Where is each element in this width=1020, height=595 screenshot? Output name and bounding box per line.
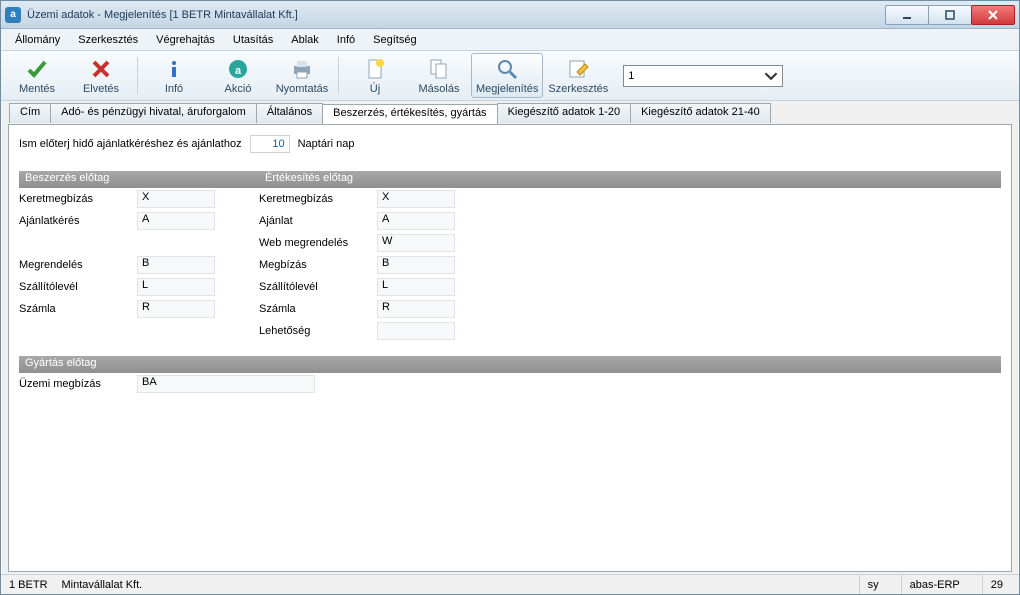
b-megrendeles-label: Megrendelés bbox=[19, 259, 129, 271]
e-megbizas-label: Megbízás bbox=[259, 259, 369, 271]
menu-segitseg[interactable]: Segítség bbox=[365, 32, 424, 48]
g-uzemi-value[interactable]: BA bbox=[137, 375, 315, 393]
info-icon bbox=[162, 57, 186, 81]
e-lehetoseg-value[interactable] bbox=[377, 322, 455, 340]
cross-icon bbox=[89, 57, 113, 81]
menu-utasitas[interactable]: Utasítás bbox=[225, 32, 281, 48]
e-megbizas-value[interactable]: B bbox=[377, 256, 455, 274]
tool-info[interactable]: Infó bbox=[142, 53, 206, 98]
status-left-2: Mintavállalat Kft. bbox=[62, 579, 143, 591]
b-szamla-value[interactable]: R bbox=[137, 300, 215, 318]
col-beszerzes: Beszerzés előtag Keretmegbízás X Ajánlat… bbox=[19, 171, 259, 342]
tool-megjelenites-label: Megjelenítés bbox=[476, 83, 538, 95]
tool-uj[interactable]: Új bbox=[343, 53, 407, 98]
window-buttons bbox=[886, 5, 1015, 25]
e-lehetoseg-label: Lehetőség bbox=[259, 325, 369, 337]
col-ertekesites: Értékesítés előtag Keretmegbízás X Ajánl… bbox=[259, 171, 1001, 342]
tool-masolas[interactable]: Másolás bbox=[407, 53, 471, 98]
minimize-button[interactable] bbox=[885, 5, 929, 25]
naptari-nap-label: Naptári nap bbox=[298, 138, 355, 150]
tabstrip: Cím Adó- és pénzügyi hivatal, áruforgalo… bbox=[1, 101, 1019, 123]
tab-page: Ism előterj hidő ajánlatkéréshez és aján… bbox=[8, 124, 1012, 572]
e-ajanlat-label: Ajánlat bbox=[259, 215, 369, 227]
tool-szerkesztes[interactable]: Szerkesztés bbox=[543, 53, 613, 98]
isme-label: Ism előterj hidő ajánlatkéréshez és aján… bbox=[19, 138, 242, 150]
e-szamla-value[interactable]: R bbox=[377, 300, 455, 318]
tool-elvetes-label: Elvetés bbox=[83, 83, 119, 95]
printer-icon bbox=[290, 57, 314, 81]
tool-nyomtatas-label: Nyomtatás bbox=[276, 83, 329, 95]
new-doc-icon bbox=[363, 57, 387, 81]
b-ajanlatkeres-label: Ajánlatkérés bbox=[19, 215, 129, 227]
e-szamla-label: Számla bbox=[259, 303, 369, 315]
status-right-1: sy bbox=[859, 575, 887, 594]
g-uzemi-label: Üzemi megbízás bbox=[19, 378, 129, 390]
tool-nyomtatas[interactable]: Nyomtatás bbox=[270, 53, 334, 98]
edit-icon bbox=[566, 57, 590, 81]
maximize-icon bbox=[945, 10, 955, 20]
e-keretmegbizas-value[interactable]: X bbox=[377, 190, 455, 208]
tab-cim[interactable]: Cím bbox=[9, 103, 51, 123]
svg-text:a: a bbox=[235, 65, 242, 77]
b-szamla-label: Számla bbox=[19, 303, 129, 315]
titlebar: a Üzemi adatok - Megjelenítés [1 BETR Mi… bbox=[1, 1, 1019, 29]
magnifier-icon bbox=[495, 57, 519, 81]
tool-szerkesztes-label: Szerkesztés bbox=[548, 83, 608, 95]
window-root: a Üzemi adatok - Megjelenítés [1 BETR Mi… bbox=[0, 0, 1020, 595]
check-icon bbox=[25, 57, 49, 81]
close-button[interactable] bbox=[971, 5, 1015, 25]
isme-value-field[interactable] bbox=[250, 135, 290, 153]
tool-masolas-label: Másolás bbox=[419, 83, 460, 95]
tool-uj-label: Új bbox=[370, 83, 380, 95]
close-icon bbox=[988, 10, 998, 20]
tool-elvetes[interactable]: Elvetés bbox=[69, 53, 133, 98]
b-keretmegbizas-value[interactable]: X bbox=[137, 190, 215, 208]
toolbar-combo[interactable]: 1 bbox=[623, 65, 783, 87]
tab-kieg2[interactable]: Kiegészítő adatok 21-40 bbox=[630, 103, 771, 123]
b-szallitolevel-value[interactable]: L bbox=[137, 278, 215, 296]
section-gyartas-header: Gyártás előtag bbox=[19, 356, 1001, 373]
status-right-2: abas-ERP bbox=[901, 575, 968, 594]
tab-beszerzes[interactable]: Beszerzés, értékesítés, gyártás bbox=[322, 104, 497, 124]
menu-info[interactable]: Infó bbox=[329, 32, 363, 48]
maximize-button[interactable] bbox=[928, 5, 972, 25]
toolbar-combo-value: 1 bbox=[628, 70, 634, 82]
tool-megjelenites[interactable]: Megjelenítés bbox=[471, 53, 543, 98]
tab-ado[interactable]: Adó- és pénzügyi hivatal, áruforgalom bbox=[50, 103, 257, 123]
tool-akcio[interactable]: a Akció bbox=[206, 53, 270, 98]
toolbar: Mentés Elvetés Infó a Akció Nyomtatás Új… bbox=[1, 51, 1019, 101]
section-ertekesites-header: Értékesítés előtag bbox=[259, 171, 1001, 188]
menu-vegrehajtas[interactable]: Végrehajtás bbox=[148, 32, 223, 48]
menubar: Állomány Szerkesztés Végrehajtás Utasítá… bbox=[1, 29, 1019, 51]
chevron-down-icon bbox=[764, 69, 778, 83]
b-keretmegbizas-label: Keretmegbízás bbox=[19, 193, 129, 205]
e-szallitolevel-label: Szállítólevél bbox=[259, 281, 369, 293]
b-ajanlatkeres-value[interactable]: A bbox=[137, 212, 215, 230]
status-right-3: 29 bbox=[982, 575, 1011, 594]
menu-szerkesztes[interactable]: Szerkesztés bbox=[70, 32, 146, 48]
tab-altalanos[interactable]: Általános bbox=[256, 103, 323, 123]
e-ajanlat-value[interactable]: A bbox=[377, 212, 455, 230]
app-icon: a bbox=[5, 7, 21, 23]
menu-ablak[interactable]: Ablak bbox=[283, 32, 327, 48]
e-szallitolevel-value[interactable]: L bbox=[377, 278, 455, 296]
status-left-1: 1 BETR bbox=[9, 579, 48, 591]
minimize-icon bbox=[902, 10, 912, 20]
section-beszerzes-header: Beszerzés előtag bbox=[19, 171, 259, 188]
window-title: Üzemi adatok - Megjelenítés [1 BETR Mint… bbox=[27, 9, 298, 21]
tool-info-label: Infó bbox=[165, 83, 183, 95]
tool-akcio-label: Akció bbox=[225, 83, 252, 95]
tool-mentes[interactable]: Mentés bbox=[5, 53, 69, 98]
e-keretmegbizas-label: Keretmegbízás bbox=[259, 193, 369, 205]
tool-mentes-label: Mentés bbox=[19, 83, 55, 95]
b-megrendeles-value[interactable]: B bbox=[137, 256, 215, 274]
e-web-value[interactable]: W bbox=[377, 234, 455, 252]
menu-allomany[interactable]: Állomány bbox=[7, 32, 68, 48]
tab-kieg1[interactable]: Kiegészítő adatok 1-20 bbox=[497, 103, 632, 123]
e-web-label: Web megrendelés bbox=[259, 237, 369, 249]
statusbar: 1 BETR Mintavállalat Kft. sy abas-ERP 29 bbox=[1, 574, 1019, 594]
copy-icon bbox=[427, 57, 451, 81]
action-icon: a bbox=[226, 57, 250, 81]
b-szallitolevel-label: Szállítólevél bbox=[19, 281, 129, 293]
